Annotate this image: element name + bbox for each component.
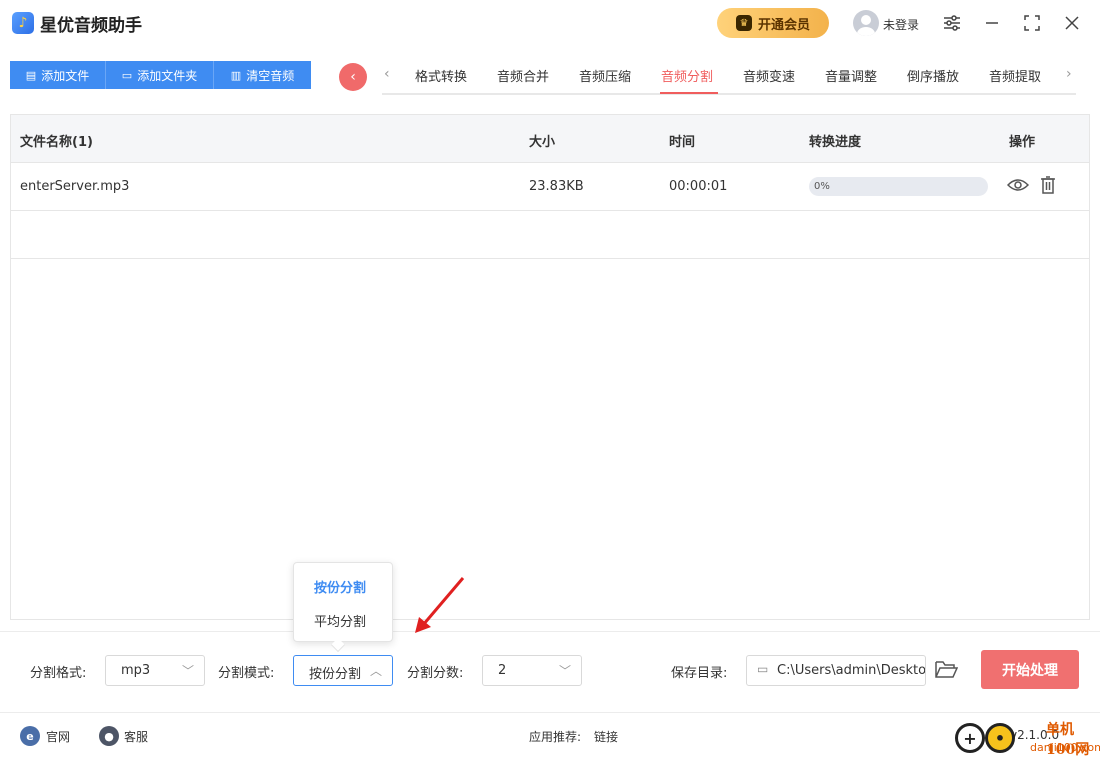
- col-time: 时间: [669, 135, 696, 150]
- chevron-down-icon: ﹀: [181, 664, 194, 678]
- vip-button[interactable]: ♛ 开通会员: [717, 8, 829, 38]
- tab-scroll-left-icon[interactable]: ‹: [384, 66, 390, 82]
- chevron-left-icon: ‹: [350, 69, 356, 85]
- file-icon: ▤: [25, 68, 37, 82]
- split-mode-select[interactable]: 按份分割 ︿: [293, 655, 393, 686]
- file-time-cell: 00:00:01: [669, 179, 728, 194]
- login-status[interactable]: 未登录: [883, 16, 919, 33]
- split-count-value: 2: [498, 663, 507, 678]
- add-file-label: 添加文件: [41, 68, 90, 83]
- maximize-icon[interactable]: [1021, 12, 1043, 34]
- split-format-value: mp3: [121, 663, 151, 678]
- save-dir-value: C:\Users\admin\Deskto: [777, 663, 926, 678]
- tab-format-convert[interactable]: 格式转换: [415, 66, 467, 85]
- toolbar: ▤ 添加文件 ▭ 添加文件夹 ▥ 清空音频: [10, 61, 311, 89]
- preview-eye-icon[interactable]: [1007, 174, 1029, 196]
- back-circle-button[interactable]: ‹: [339, 63, 367, 91]
- split-mode-label: 分割模式:: [218, 666, 275, 681]
- progress-bar: [809, 177, 988, 196]
- add-folder-label: 添加文件夹: [137, 68, 198, 83]
- dropdown-option-average[interactable]: 平均分割: [314, 611, 366, 630]
- tab-audio-speed[interactable]: 音频变速: [743, 66, 795, 85]
- dropdown-option-by-parts[interactable]: 按份分割: [314, 577, 366, 596]
- customer-service-link[interactable]: 客服: [124, 728, 148, 745]
- tab-reverse-play[interactable]: 倒序播放: [907, 66, 959, 85]
- minimize-icon[interactable]: [981, 12, 1003, 34]
- tab-scroll-right-icon[interactable]: ›: [1066, 66, 1072, 82]
- official-site-link[interactable]: 官网: [46, 728, 70, 745]
- split-count-label: 分割分数:: [407, 666, 464, 681]
- col-operations: 操作: [1009, 135, 1036, 150]
- crown-icon: ♛: [735, 15, 752, 31]
- col-file-name: 文件名称(1): [20, 135, 93, 150]
- folder-icon: ▭: [121, 68, 133, 82]
- recommend-label: 应用推荐:: [529, 730, 582, 744]
- folder-icon: ▭: [757, 662, 769, 676]
- settings-sliders-icon[interactable]: [941, 12, 963, 34]
- avatar[interactable]: [853, 10, 879, 36]
- split-count-select[interactable]: 2 ﹀: [482, 655, 582, 686]
- tab-volume-adjust[interactable]: 音量调整: [825, 66, 877, 85]
- save-dir-input[interactable]: ▭ C:\Users\admin\Deskto: [746, 655, 926, 686]
- add-file-button[interactable]: ▤ 添加文件: [10, 61, 106, 89]
- tab-audio-split[interactable]: 音频分割: [661, 66, 713, 85]
- split-format-label: 分割格式:: [30, 666, 87, 681]
- title-bar: ♪ 星优音频助手 ♛ 开通会员 未登录: [0, 0, 1100, 46]
- col-size: 大小: [529, 135, 556, 150]
- start-process-button[interactable]: 开始处理: [981, 650, 1079, 689]
- trash-icon: ▥: [230, 68, 242, 82]
- tab-audio-merge[interactable]: 音频合并: [497, 66, 549, 85]
- watermark-domain: danji100.com: [1030, 741, 1100, 754]
- table-row-empty: [10, 211, 1090, 259]
- chevron-down-icon: ﹀: [558, 664, 571, 678]
- add-folder-button[interactable]: ▭ 添加文件夹: [106, 61, 214, 89]
- col-progress: 转换进度: [809, 135, 862, 150]
- split-mode-value: 按份分割: [309, 667, 362, 682]
- app-title: 星优音频助手: [40, 16, 142, 36]
- clear-audio-button[interactable]: ▥ 清空音频: [214, 61, 311, 89]
- active-tab-underline: [660, 92, 718, 94]
- watermark-face-icon: •: [985, 723, 1015, 753]
- tab-divider: [382, 93, 1076, 95]
- app-logo-icon: ♪: [12, 12, 34, 34]
- split-format-select[interactable]: mp3 ﹀: [105, 655, 205, 686]
- recommend-link[interactable]: 链接: [594, 728, 618, 745]
- file-name-cell: enterServer.mp3: [20, 179, 130, 194]
- chevron-up-icon: ︿: [369, 664, 382, 678]
- chat-icon[interactable]: ●: [99, 726, 119, 746]
- watermark-plus-icon: +: [955, 723, 985, 753]
- file-size-cell: 23.83KB: [529, 179, 584, 194]
- vip-button-label: 开通会员: [757, 17, 810, 33]
- save-dir-label: 保存目录:: [671, 666, 728, 681]
- split-mode-dropdown: 按份分割 平均分割: [293, 562, 393, 642]
- red-arrow-annotation: [415, 577, 465, 633]
- clear-audio-label: 清空音频: [246, 68, 295, 83]
- tab-audio-compress[interactable]: 音频压缩: [579, 66, 631, 85]
- tab-audio-extract[interactable]: 音频提取: [989, 66, 1041, 85]
- open-folder-icon[interactable]: [934, 658, 959, 682]
- close-icon[interactable]: [1061, 12, 1083, 34]
- progress-text: 0%: [814, 181, 830, 192]
- website-icon[interactable]: e: [20, 726, 40, 746]
- delete-trash-icon[interactable]: [1037, 174, 1059, 196]
